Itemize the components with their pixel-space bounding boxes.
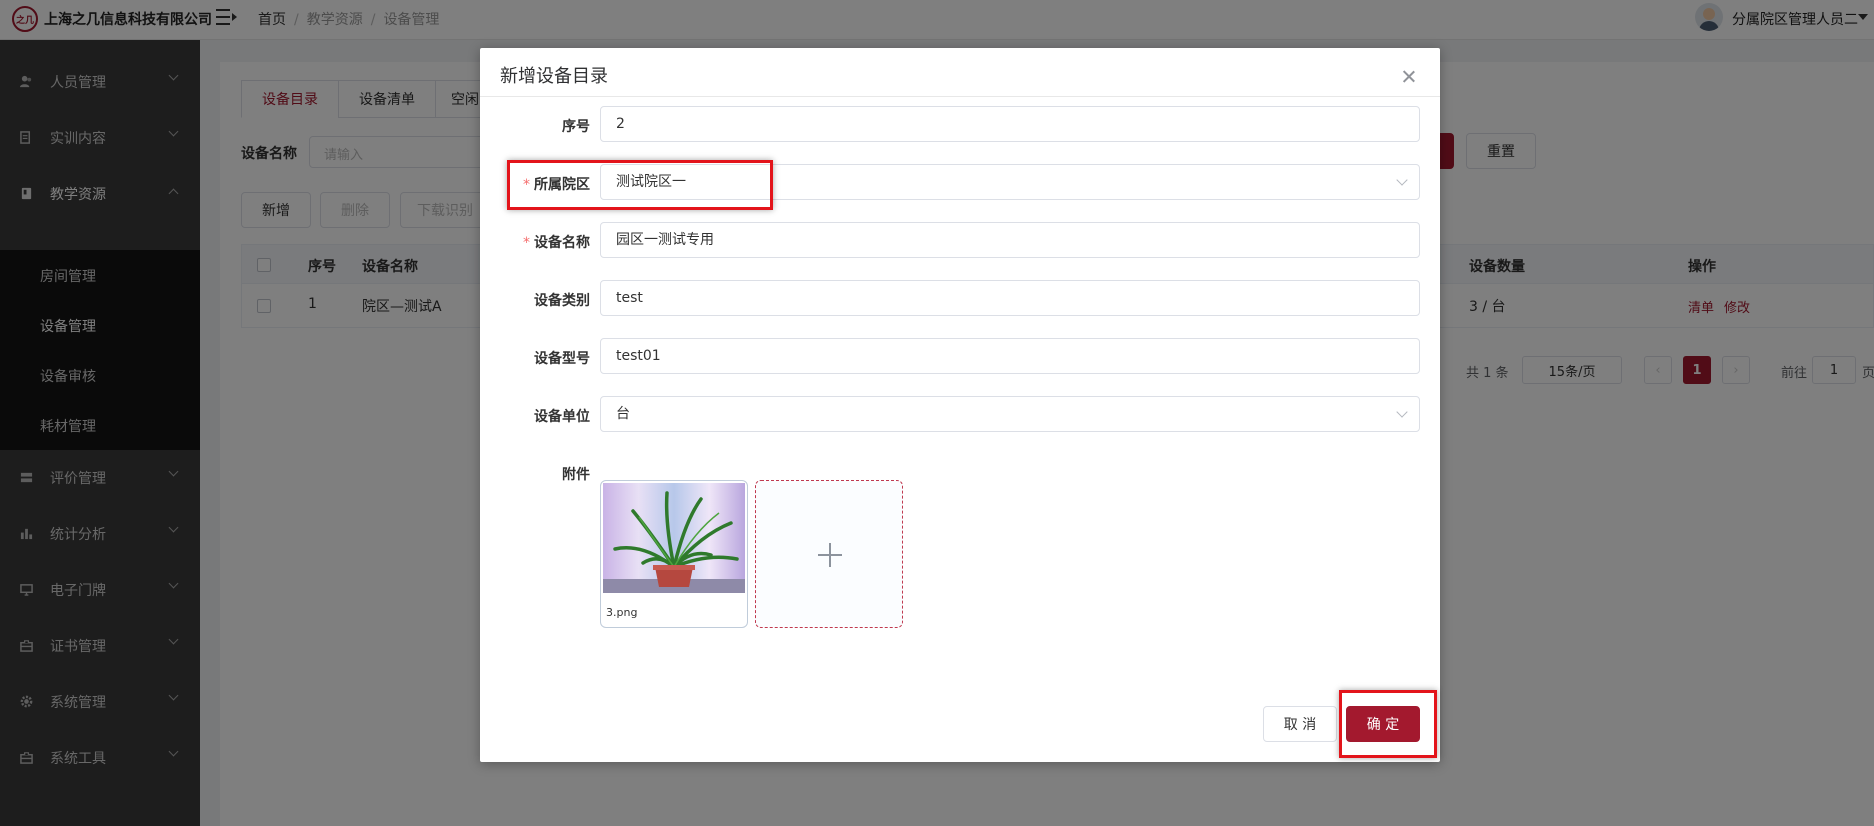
attachment-filename: 3.png bbox=[606, 606, 638, 619]
close-icon[interactable] bbox=[1402, 70, 1416, 84]
model-input[interactable]: test01 bbox=[600, 338, 1420, 374]
index-input[interactable]: 2 bbox=[600, 106, 1420, 142]
category-input[interactable]: test bbox=[600, 280, 1420, 316]
campus-label: * 所属院区 bbox=[523, 177, 590, 193]
unit-label: 设备单位 bbox=[534, 409, 590, 425]
required-mark: * bbox=[523, 235, 530, 251]
unit-select[interactable]: 台 bbox=[600, 396, 1420, 432]
attachment-thumbnail[interactable]: 3.png bbox=[600, 480, 748, 628]
cancel-button[interactable]: 取 消 bbox=[1263, 706, 1337, 742]
campus-select[interactable]: 测试院区一 bbox=[600, 164, 1420, 200]
model-label: 设备型号 bbox=[534, 351, 590, 367]
index-label: 序号 bbox=[562, 119, 590, 135]
add-device-catalog-dialog: 新增设备目录 序号 2 * 所属院区 测试院区一 * 设备名称 园区一测试专用 设备… bbox=[480, 48, 1440, 762]
upload-button[interactable] bbox=[755, 480, 903, 628]
unit-select-value: 台 bbox=[616, 406, 630, 422]
campus-select-value: 测试院区一 bbox=[616, 174, 686, 190]
attachment-label: 附件 bbox=[562, 467, 590, 483]
required-mark: * bbox=[523, 177, 530, 193]
device-name-label: * 设备名称 bbox=[523, 235, 590, 251]
dialog-title: 新增设备目录 bbox=[500, 66, 608, 87]
plant-image bbox=[603, 483, 745, 593]
divider bbox=[480, 96, 1440, 97]
confirm-button[interactable]: 确 定 bbox=[1346, 706, 1420, 742]
category-label: 设备类别 bbox=[534, 293, 590, 309]
device-name-input[interactable]: 园区一测试专用 bbox=[600, 222, 1420, 258]
